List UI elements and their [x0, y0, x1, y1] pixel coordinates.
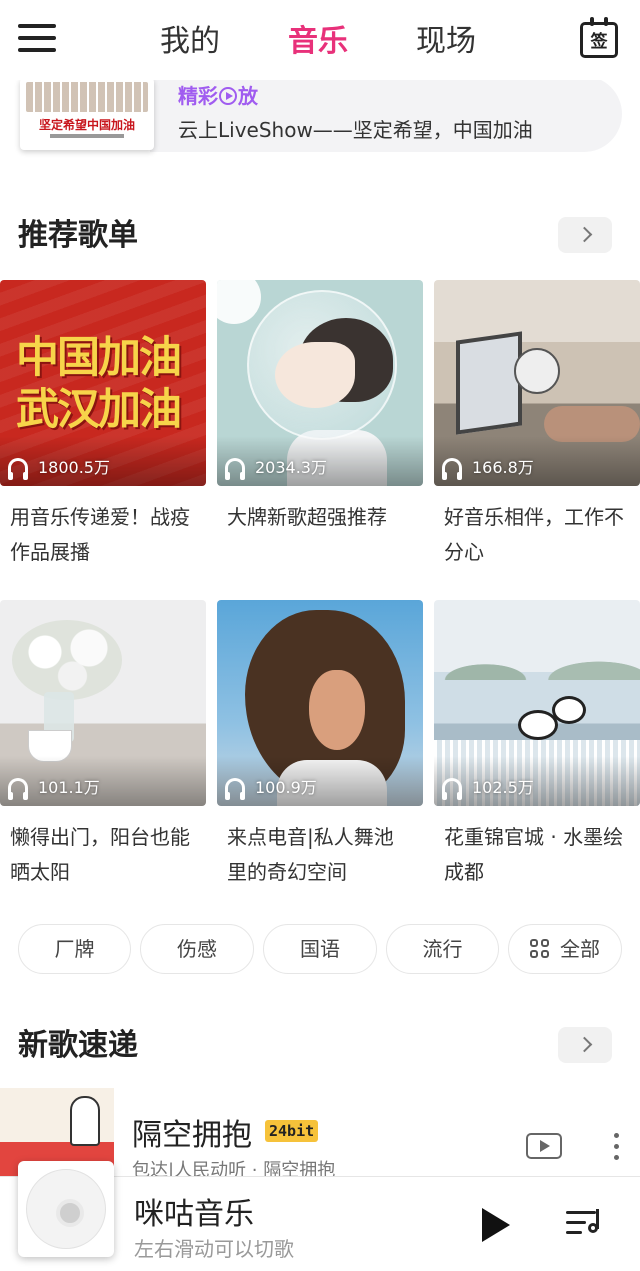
playlist-card[interactable]: 166.8万 好音乐相伴，工作不分心 — [434, 280, 640, 570]
headphone-icon — [225, 458, 245, 480]
playlist-title: 懒得出门，阳台也能晒太阳 — [10, 825, 190, 884]
banner-tag-part2: 放 — [238, 84, 258, 108]
play-count: 102.5万 — [442, 778, 534, 800]
banner-image-text: 坚定希望中国加油 — [38, 118, 135, 132]
headphone-icon — [8, 458, 28, 480]
player-subtitle: 左右滑动可以切歌 — [134, 1237, 294, 1261]
playlist-icon[interactable] — [566, 1207, 602, 1241]
headphone-icon — [225, 778, 245, 800]
category-pill-sad[interactable]: 伤感 — [140, 924, 254, 974]
playlist-card[interactable]: 102.5万 花重锦官城 · 水墨绘成都 — [434, 600, 640, 890]
calendar-sign-icon[interactable]: 签 — [580, 17, 618, 58]
playlist-cover: 2034.3万 — [217, 280, 423, 486]
play-circle-icon — [219, 87, 237, 105]
category-all-label: 全部 — [560, 937, 600, 961]
play-count: 2034.3万 — [225, 458, 327, 480]
category-pill-label[interactable]: 厂牌 — [18, 924, 131, 974]
nav-tabs: 我的 音乐 现场 — [150, 20, 500, 64]
playlist-card[interactable]: 中国加油 武汉加油 1800.5万 用音乐传递爱！战疫作品展播 — [0, 280, 206, 570]
playlist-cover: 中国加油 武汉加油 1800.5万 — [0, 280, 206, 486]
playlist-title: 好音乐相伴，工作不分心 — [444, 505, 624, 564]
playlist-card[interactable]: 2034.3万 大牌新歌超强推荐 — [217, 280, 423, 535]
cover-text-line1: 中国加油 — [16, 333, 182, 383]
playlist-title: 大牌新歌超强推荐 — [227, 505, 387, 529]
playlist-title: 花重锦官城 · 水墨绘成都 — [444, 825, 624, 884]
category-pill-mandarin[interactable]: 国语 — [263, 924, 377, 974]
headphone-icon — [442, 778, 462, 800]
play-count: 101.1万 — [8, 778, 100, 800]
play-count: 100.9万 — [225, 778, 317, 800]
playlist-cover: 100.9万 — [217, 600, 423, 806]
playlist-cover: 102.5万 — [434, 600, 640, 806]
cover-text-line2: 武汉加油 — [16, 385, 182, 435]
banner-thumbnail: 坚定希望中国加油 — [20, 78, 154, 150]
playlist-card[interactable]: 100.9万 来点电音|私人舞池里的奇幻空间 — [217, 600, 423, 890]
mv-icon[interactable] — [526, 1133, 562, 1159]
playlist-cover: 166.8万 — [434, 280, 640, 486]
player-cover[interactable] — [18, 1161, 114, 1257]
tab-music[interactable]: 音乐 — [288, 20, 348, 64]
category-pill-all[interactable]: 全部 — [508, 924, 622, 974]
quality-badge: 24bit — [265, 1120, 319, 1142]
disc-icon — [26, 1169, 106, 1249]
play-count: 1800.5万 — [8, 458, 110, 480]
section-title-new-songs: 新歌速递 — [18, 1028, 138, 1063]
player-title: 咪咕音乐 — [134, 1197, 254, 1232]
banner-tag-part1: 精彩 — [178, 84, 218, 108]
playlist-title: 用音乐传递爱！战疫作品展播 — [10, 505, 190, 564]
new-songs-more-button[interactable] — [558, 1027, 612, 1063]
playlist-cover: 101.1万 — [0, 600, 206, 806]
grid-icon — [530, 939, 550, 959]
category-pill-pop[interactable]: 流行 — [386, 924, 499, 974]
recommended-more-button[interactable] — [558, 217, 612, 253]
headphone-icon — [8, 778, 28, 800]
tab-live[interactable]: 现场 — [416, 20, 476, 64]
playlist-title: 来点电音|私人舞池里的奇幻空间 — [227, 825, 394, 884]
mini-player[interactable]: 咪咕音乐 左右滑动可以切歌 — [0, 1161, 640, 1271]
play-count: 166.8万 — [442, 458, 534, 480]
live-banner[interactable]: 坚定希望中国加油 精彩放 云上LiveShow——坚定希望，中国加油 — [0, 76, 640, 152]
calendar-sign-label: 签 — [590, 32, 608, 52]
play-icon[interactable] — [480, 1207, 512, 1243]
hamburger-icon[interactable] — [18, 24, 56, 54]
playlist-card[interactable]: 101.1万 懒得出门，阳台也能晒太阳 — [0, 600, 206, 890]
more-vertical-icon[interactable] — [614, 1133, 622, 1161]
song-title[interactable]: 隔空拥抱 — [132, 1110, 252, 1154]
tab-mine[interactable]: 我的 — [160, 20, 220, 64]
headphone-icon — [442, 458, 462, 480]
banner-tag: 精彩放 — [178, 80, 258, 109]
section-title-recommended: 推荐歌单 — [18, 218, 138, 253]
top-nav: 我的 音乐 现场 签 — [0, 0, 640, 80]
banner-subtitle: 云上LiveShow——坚定希望，中国加油 — [178, 118, 533, 142]
